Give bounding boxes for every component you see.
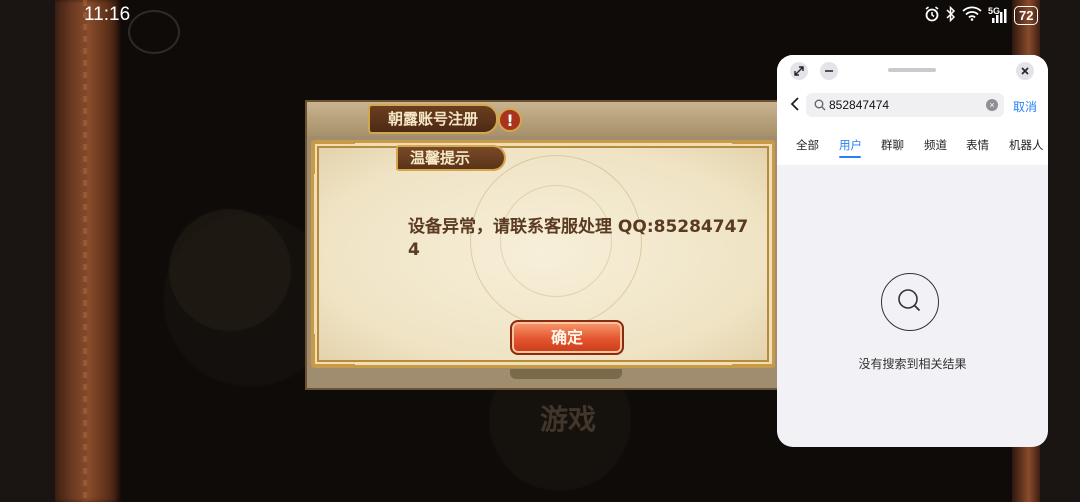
ornament-corner-br <box>732 334 775 367</box>
search-icon <box>814 98 826 116</box>
register-dialog-title: 朝露账号注册 <box>368 104 498 134</box>
tip-message: 设备异常，请联系客服处理 QQ:852847474 <box>408 217 749 260</box>
signal-icon: 5G <box>988 5 1008 23</box>
tab-channels[interactable]: 频道 <box>924 137 947 153</box>
game-watermark: 游戏 <box>540 403 597 436</box>
cancel-button[interactable]: 取消 <box>1013 98 1037 115</box>
tab-all[interactable]: 全部 <box>796 137 819 153</box>
status-time: 11:16 <box>84 4 131 25</box>
minimize-icon[interactable] <box>820 62 838 80</box>
network-type-label: 5G <box>988 5 1001 16</box>
search-query: 852847474 <box>829 98 890 112</box>
search-input[interactable]: 852847474 × <box>806 93 1004 117</box>
status-icons: 5G 72 <box>924 4 1039 26</box>
battery-indicator: 72 <box>1014 5 1039 25</box>
close-icon[interactable] <box>1016 62 1034 80</box>
empty-result-text: 没有搜索到相关结果 <box>858 357 967 371</box>
tab-users[interactable]: 用户 <box>839 137 862 153</box>
tip-title: 温馨提示 <box>396 145 506 171</box>
tab-stickers[interactable]: 表情 <box>966 137 989 153</box>
alarm-icon <box>924 5 940 25</box>
wood-frame-left <box>55 0 121 502</box>
tab-groups[interactable]: 群聊 <box>881 137 904 153</box>
warning-icon[interactable]: ! <box>498 108 522 132</box>
active-tab-indicator <box>839 156 861 158</box>
fullscreen-icon[interactable] <box>790 62 808 80</box>
qq-search-window: 852847474 × 取消 全部 用户 群聊 频道 表情 机器人 没有搜索到相… <box>777 55 1048 447</box>
tab-bots[interactable]: 机器人 <box>1009 137 1044 153</box>
drag-handle[interactable] <box>888 68 936 72</box>
confirm-button[interactable]: 确定 <box>510 320 624 355</box>
empty-result-icon <box>881 273 939 331</box>
ornament-corner-bl <box>312 334 355 367</box>
hidden-button-edge <box>510 369 622 379</box>
wifi-icon <box>962 6 982 24</box>
ornament-corner-tr <box>732 141 775 174</box>
bluetooth-icon <box>946 5 956 25</box>
clear-icon[interactable]: × <box>986 99 998 111</box>
ornament-corner-tl <box>312 141 355 174</box>
back-arrow-icon[interactable] <box>789 97 803 111</box>
game-corner-icon <box>128 10 180 54</box>
